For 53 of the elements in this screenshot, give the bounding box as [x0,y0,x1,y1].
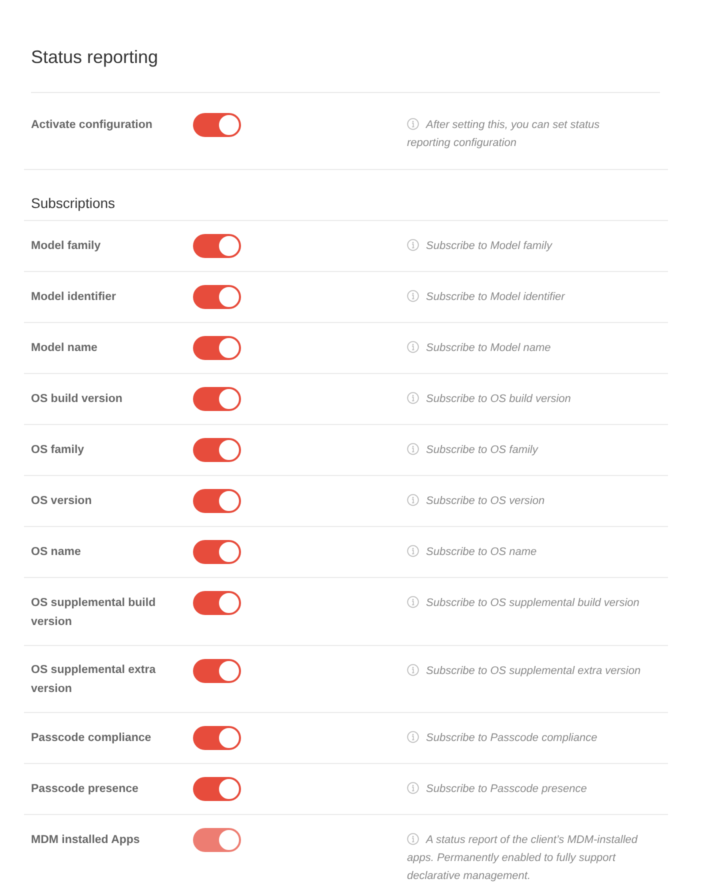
setting-label: OS family [31,442,86,458]
toggle-switch[interactable] [193,489,241,513]
toggle-switch[interactable] [193,658,241,682]
help-text: Subscribe to OS version [407,489,644,510]
info-icon [407,290,419,302]
setting-label: OS supplemental extra version [31,663,157,697]
info-icon [407,545,419,557]
toggle-switch[interactable] [193,591,241,615]
toggle-switch[interactable] [193,285,241,309]
setting-label: OS version [31,494,93,508]
info-icon [407,239,419,251]
info-icon [407,392,419,404]
info-icon [407,833,419,845]
info-icon [407,782,419,794]
info-icon [407,341,419,353]
help-text: Subscribe to Model family [407,234,644,255]
toggle-switch[interactable] [193,387,241,411]
info-icon [407,443,419,455]
help-text: Subscribe to Model name [407,336,644,357]
help-text: Subscribe to Passcode presence [407,777,644,798]
setting-label: OS build version [31,392,124,406]
setting-label: MDM installed Apps [31,832,141,848]
help-text: Subscribe to OS build version [407,387,644,408]
info-icon [407,596,419,608]
info-icon [407,118,419,130]
toggle-switch[interactable] [193,726,241,750]
setting-label: OS supplemental build version [31,596,157,630]
info-icon [407,494,419,506]
setting-label: Model name [31,340,98,356]
page-title: Status reporting [31,44,660,93]
toggle-switch[interactable] [193,113,241,137]
toggle-switch[interactable] [193,438,241,462]
toggle-switch[interactable] [193,777,241,801]
setting-label: OS name [31,544,82,560]
setting-label: Activate configuration [31,118,154,132]
help-text: Subscribe to OS supplemental extra version [407,658,644,680]
info-icon [407,731,419,743]
help-text: A status report of the client’s MDM-installed apps. Permanently enabled to fully support declarative management. [407,832,639,884]
info-icon [407,664,419,676]
toggle-switch[interactable] [193,336,241,360]
help-text: Subscribe to OS supplemental build version [407,591,644,612]
section-heading: Subscriptions [24,170,668,221]
help-text: Subscribe to Passcode compliance [407,726,644,747]
toggle-switch[interactable] [193,234,241,258]
setting-label: Passcode compliance [31,730,152,746]
toggle-switch[interactable] [193,540,241,564]
help-text: Subscribe to OS family [407,438,644,459]
setting-label: Passcode presence [31,782,140,796]
setting-label: Model family [31,238,102,254]
help-text: Subscribe to Model identifier [407,285,644,306]
help-text: After setting this, you can set status reporting configuration [407,117,601,151]
help-text: Subscribe to OS name [407,540,644,561]
setting-label: Model identifier [31,290,117,304]
